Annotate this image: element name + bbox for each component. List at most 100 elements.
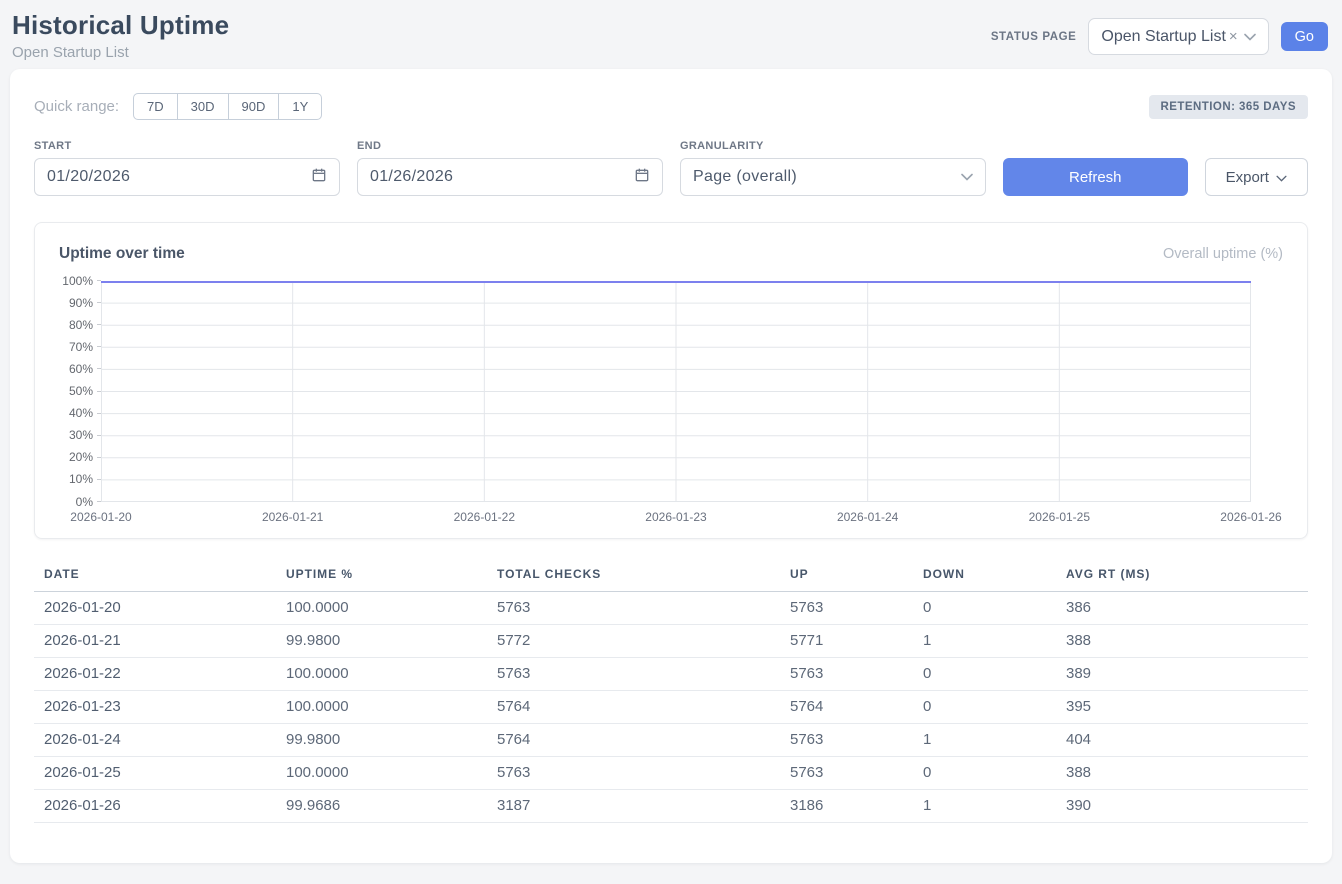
x-axis-tick-label: 2026-01-21 xyxy=(262,510,323,524)
export-button-label: Export xyxy=(1226,169,1269,186)
granularity-selected-value: Page (overall) xyxy=(693,168,797,186)
calendar-icon[interactable] xyxy=(634,167,650,188)
start-date-label: START xyxy=(34,140,340,152)
column-header-avg-rt-ms: AVG RT (MS) xyxy=(1056,563,1308,592)
table-cell: 99.9800 xyxy=(276,625,487,658)
table-cell: 5763 xyxy=(780,658,913,691)
column-header-date: DATE xyxy=(34,563,276,592)
table-cell: 5772 xyxy=(487,625,780,658)
table-cell: 5771 xyxy=(780,625,913,658)
table-cell: 404 xyxy=(1056,724,1308,757)
quick-range-row: Quick range: 7D 30D 90D 1Y RETENTION: 36… xyxy=(34,93,1308,120)
y-axis-tick-label: 70% xyxy=(69,340,101,354)
table-cell: 100.0000 xyxy=(276,757,487,790)
chart-x-axis: 2026-01-202026-01-212026-01-222026-01-23… xyxy=(101,502,1251,524)
main-panel: Quick range: 7D 30D 90D 1Y RETENTION: 36… xyxy=(10,69,1332,863)
start-date-field-group: START 01/20/2026 xyxy=(34,140,340,196)
table-cell: 2026-01-23 xyxy=(34,691,276,724)
filters-row: START 01/20/2026 END 01/26/2026 GRANULAR… xyxy=(34,140,1308,196)
table-cell: 395 xyxy=(1056,691,1308,724)
go-button[interactable]: Go xyxy=(1281,22,1328,51)
table-cell: 388 xyxy=(1056,625,1308,658)
x-axis-tick-label: 2026-01-25 xyxy=(1029,510,1090,524)
y-axis-tick-label: 60% xyxy=(69,362,101,376)
y-axis-tick-label: 20% xyxy=(69,450,101,464)
chart-y-axis: 0%10%20%30%40%50%60%70%80%90%100% xyxy=(59,281,101,502)
y-axis-tick-label: 0% xyxy=(76,495,101,509)
table-cell: 5763 xyxy=(487,592,780,625)
table-cell: 0 xyxy=(913,592,1056,625)
uptime-line-chart xyxy=(101,281,1251,502)
quick-range-label: Quick range: xyxy=(34,98,119,115)
x-axis-tick-label: 2026-01-26 xyxy=(1220,510,1281,524)
page-subtitle: Open Startup List xyxy=(12,44,229,61)
table-cell: 100.0000 xyxy=(276,592,487,625)
y-axis-tick-label: 10% xyxy=(69,472,101,486)
y-axis-tick-label: 90% xyxy=(69,296,101,310)
table-cell: 5763 xyxy=(487,658,780,691)
column-header-up: UP xyxy=(780,563,913,592)
table-cell: 5764 xyxy=(780,691,913,724)
quick-range-30d-button[interactable]: 30D xyxy=(178,93,229,120)
status-page-selected-value: Open Startup List xyxy=(1101,28,1226,46)
retention-badge: RETENTION: 365 DAYS xyxy=(1149,95,1309,119)
table-cell: 2026-01-25 xyxy=(34,757,276,790)
table-cell: 99.9800 xyxy=(276,724,487,757)
table-cell: 2026-01-24 xyxy=(34,724,276,757)
table-cell: 2026-01-22 xyxy=(34,658,276,691)
table-cell: 2026-01-20 xyxy=(34,592,276,625)
column-header-uptime: UPTIME % xyxy=(276,563,487,592)
refresh-button[interactable]: Refresh xyxy=(1003,158,1188,196)
table-cell: 2026-01-26 xyxy=(34,790,276,823)
table-cell: 2026-01-21 xyxy=(34,625,276,658)
table-cell: 389 xyxy=(1056,658,1308,691)
export-button[interactable]: Export xyxy=(1205,158,1308,196)
y-axis-tick-label: 30% xyxy=(69,428,101,442)
start-date-input[interactable]: 01/20/2026 xyxy=(34,158,340,196)
table-cell: 5763 xyxy=(487,757,780,790)
table-row: 2026-01-2199.9800577257711388 xyxy=(34,625,1308,658)
chart-plot-area: 2026-01-202026-01-212026-01-222026-01-23… xyxy=(101,281,1251,524)
chevron-down-icon xyxy=(961,168,973,186)
uptime-chart-card: Uptime over time Overall uptime (%) 0%10… xyxy=(34,222,1308,539)
table-cell: 5764 xyxy=(487,724,780,757)
table-cell: 3186 xyxy=(780,790,913,823)
chart-title: Uptime over time xyxy=(59,245,185,263)
header-titles: Historical Uptime Open Startup List xyxy=(12,10,229,61)
status-page-select[interactable]: Open Startup List × xyxy=(1088,18,1268,55)
table-row: 2026-01-23100.0000576457640395 xyxy=(34,691,1308,724)
table-cell: 5763 xyxy=(780,724,913,757)
quick-range-1y-button[interactable]: 1Y xyxy=(279,93,322,120)
page-title: Historical Uptime xyxy=(12,10,229,41)
quick-range-group: 7D 30D 90D 1Y xyxy=(133,93,322,120)
table-row: 2026-01-2699.9686318731861390 xyxy=(34,790,1308,823)
granularity-label: GRANULARITY xyxy=(680,140,986,152)
table-cell: 1 xyxy=(913,724,1056,757)
end-date-label: END xyxy=(357,140,663,152)
x-axis-tick-label: 2026-01-23 xyxy=(645,510,706,524)
table-cell: 1 xyxy=(913,790,1056,823)
table-cell: 99.9686 xyxy=(276,790,487,823)
clear-selection-icon[interactable]: × xyxy=(1229,28,1238,45)
calendar-icon[interactable] xyxy=(311,167,327,188)
status-page-label: STATUS PAGE xyxy=(991,31,1077,43)
table-cell: 386 xyxy=(1056,592,1308,625)
table-cell: 100.0000 xyxy=(276,658,487,691)
start-date-value: 01/20/2026 xyxy=(47,168,130,186)
table-row: 2026-01-25100.0000576357630388 xyxy=(34,757,1308,790)
quick-range-7d-button[interactable]: 7D xyxy=(133,93,178,120)
end-date-field-group: END 01/26/2026 xyxy=(357,140,663,196)
table-cell: 5764 xyxy=(487,691,780,724)
quick-range-90d-button[interactable]: 90D xyxy=(229,93,280,120)
end-date-input[interactable]: 01/26/2026 xyxy=(357,158,663,196)
table-cell: 390 xyxy=(1056,790,1308,823)
y-axis-tick-label: 80% xyxy=(69,318,101,332)
granularity-field-group: GRANULARITY Page (overall) xyxy=(680,140,986,196)
y-axis-tick-label: 40% xyxy=(69,406,101,420)
table-cell: 5763 xyxy=(780,757,913,790)
y-axis-tick-label: 50% xyxy=(69,384,101,398)
table-cell: 0 xyxy=(913,691,1056,724)
granularity-select[interactable]: Page (overall) xyxy=(680,158,986,196)
table-cell: 100.0000 xyxy=(276,691,487,724)
table-header: DATEUPTIME %TOTAL CHECKSUPDOWNAVG RT (MS… xyxy=(34,563,1308,592)
